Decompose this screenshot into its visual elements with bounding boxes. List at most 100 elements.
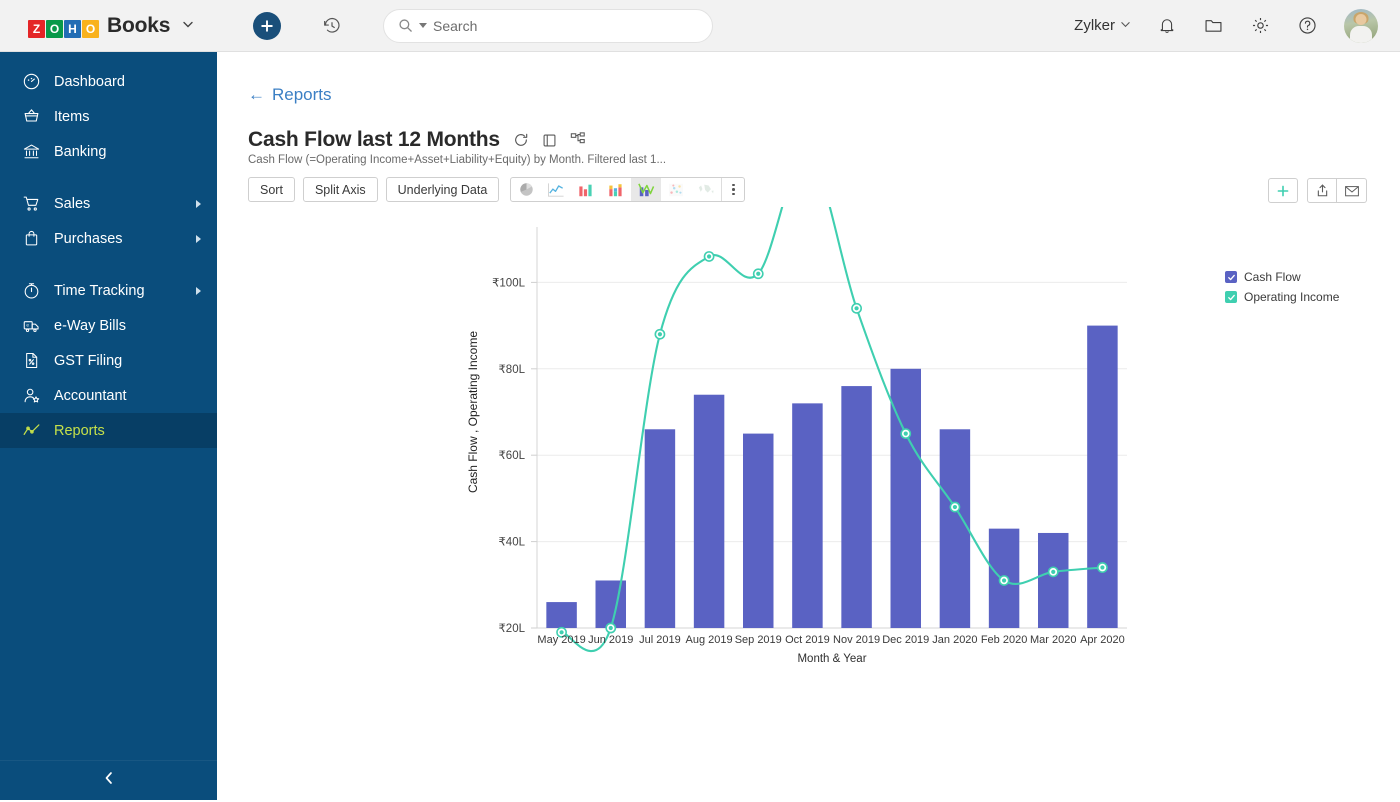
folder-icon[interactable] (1203, 15, 1224, 36)
y-tick-label: ₹60L (498, 450, 525, 462)
combo-chart-icon[interactable] (631, 178, 661, 201)
chart-type-selector (510, 177, 745, 202)
search-filter-chevron-icon[interactable] (419, 23, 427, 28)
avatar-head (1356, 14, 1367, 25)
chart-canvas: ₹20L₹40L₹60L₹80L₹100L₹120LMay 2019Jun 20… (227, 207, 1177, 797)
x-tick-label: Mar 2020 (1030, 634, 1076, 646)
sidebar-item-time-tracking[interactable]: Time Tracking (0, 273, 217, 308)
sidebar-group-separator (0, 169, 217, 186)
bar-Oct-2019[interactable] (792, 403, 822, 628)
cart-icon (22, 194, 41, 213)
sidebar-item-label: e-Way Bills (54, 318, 201, 334)
share-button[interactable] (1307, 178, 1337, 203)
zoho-logo-icon: Z O H O (28, 14, 100, 38)
back-to-reports-link[interactable]: ← Reports (248, 85, 332, 105)
back-arrow-icon: ← (248, 85, 265, 105)
gauge-icon (22, 72, 41, 91)
sidebar-item-banking[interactable]: Banking (0, 134, 217, 169)
legend-checkbox[interactable] (1225, 291, 1237, 303)
organization-name: Zylker (1074, 17, 1115, 34)
y-tick-label: ₹80L (498, 364, 525, 376)
line-point-core (1002, 578, 1006, 582)
organization-chevron-down-icon (1120, 17, 1131, 34)
person-star-icon (22, 386, 41, 405)
legend-item[interactable]: Cash Flow (1225, 270, 1350, 284)
legend-label: Operating Income (1244, 290, 1339, 304)
email-button[interactable] (1337, 178, 1367, 203)
search-icon (398, 18, 413, 33)
history-clock-icon[interactable] (321, 15, 343, 37)
bar-Aug-2019[interactable] (694, 395, 724, 628)
scatter-chart-icon[interactable] (661, 178, 691, 201)
map-chart-icon[interactable] (691, 178, 721, 201)
sidebar-item-dashboard[interactable]: Dashboard (0, 64, 217, 99)
hierarchy-icon[interactable] (570, 132, 586, 148)
search-box[interactable] (383, 9, 713, 43)
operating-income-line[interactable] (562, 207, 1103, 651)
legend-checkbox[interactable] (1225, 271, 1237, 283)
bar-Jan-2020[interactable] (940, 429, 970, 628)
line-point-core (1051, 570, 1055, 574)
svg-text:e: e (26, 323, 29, 328)
x-tick-label: Aug 2019 (686, 634, 733, 646)
bar-Sep-2019[interactable] (743, 434, 773, 628)
organization-switcher[interactable]: Zylker (1074, 17, 1131, 34)
sort-button[interactable]: Sort (248, 177, 295, 202)
bar-Mar-2020[interactable] (1038, 533, 1068, 628)
create-new-button[interactable] (253, 12, 281, 40)
sidebar-item-label: GST Filing (54, 353, 201, 369)
brand-chevron-down-icon[interactable] (181, 17, 195, 34)
sidebar-item-e-way-bills[interactable]: e e-Way Bills (0, 308, 217, 343)
x-axis-title: Month & Year (797, 653, 866, 665)
avatar[interactable] (1344, 9, 1378, 43)
underlying-data-button[interactable]: Underlying Data (386, 177, 500, 202)
legend-item[interactable]: Operating Income (1225, 290, 1350, 304)
sidebar-item-reports[interactable]: Reports (0, 413, 217, 448)
more-options-icon[interactable] (722, 178, 744, 201)
sidebar-item-label: Sales (54, 196, 183, 212)
bar-chart-icon[interactable] (571, 178, 601, 201)
split-axis-button[interactable]: Split Axis (303, 177, 378, 202)
pie-chart-icon[interactable] (511, 178, 541, 201)
sidebar-item-sales[interactable]: Sales (0, 186, 217, 221)
sidebar-item-purchases[interactable]: Purchases (0, 221, 217, 256)
help-icon[interactable] (1297, 15, 1318, 36)
bar-Apr-2020[interactable] (1087, 326, 1117, 628)
x-tick-label: Dec 2019 (882, 634, 929, 646)
sidebar-expand-arrow-icon[interactable] (196, 235, 201, 243)
truck-icon: e (22, 316, 41, 335)
x-tick-label: Jun 2019 (588, 634, 633, 646)
sidebar-item-gst-filing[interactable]: GST Filing (0, 343, 217, 378)
line-point-core (1100, 565, 1104, 569)
line-point-core (609, 626, 613, 630)
sidebar-item-accountant[interactable]: Accountant (0, 378, 217, 413)
gear-icon[interactable] (1250, 15, 1271, 36)
stacked-bar-chart-icon[interactable] (601, 178, 631, 201)
add-button[interactable] (1268, 178, 1298, 203)
sidebar-item-items[interactable]: Items (0, 99, 217, 134)
bar-Jun-2019[interactable] (596, 580, 626, 628)
line-point-core (756, 272, 760, 276)
sidebar-collapse-button[interactable] (0, 760, 217, 800)
bag-icon (22, 229, 41, 248)
bar-Jul-2019[interactable] (645, 429, 675, 628)
bar-May-2019[interactable] (546, 602, 576, 628)
search-input[interactable] (433, 18, 698, 34)
line-chart-icon (22, 421, 41, 440)
sidebar-expand-arrow-icon[interactable] (196, 287, 201, 295)
y-tick-label: ₹40L (498, 537, 525, 549)
top-bar: Z O H O Books (0, 0, 1400, 52)
sidebar-item-label: Banking (54, 144, 201, 160)
line-chart-icon[interactable] (541, 178, 571, 201)
refresh-icon[interactable] (513, 132, 529, 148)
sidebar-expand-arrow-icon[interactable] (196, 200, 201, 208)
logo-letter-o2: O (82, 20, 99, 38)
bell-icon[interactable] (1157, 16, 1177, 36)
duplicate-icon[interactable] (542, 133, 557, 148)
sidebar-group-separator (0, 256, 217, 273)
x-tick-label: Jul 2019 (639, 634, 681, 646)
x-tick-label: Apr 2020 (1080, 634, 1125, 646)
bar-Nov-2019[interactable] (841, 386, 871, 628)
dot (732, 188, 735, 191)
brand-logo[interactable]: Z O H O Books (0, 0, 217, 52)
